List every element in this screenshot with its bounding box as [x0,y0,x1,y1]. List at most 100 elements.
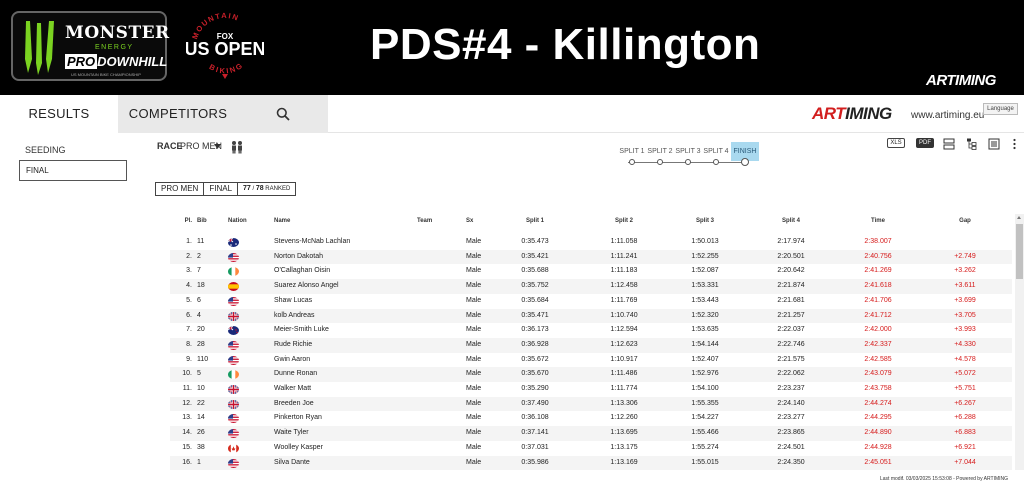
cell-split1: 0:35.670 [521,370,549,378]
cell-time: 2:44.274 [864,399,892,407]
tab-competitors[interactable]: COMPETITORS [118,95,238,133]
flag-esp-icon [228,282,239,292]
table-row[interactable]: 3. 7 O'Callaghan Oisin Male 0:35.688 1:11.183… [170,264,1012,279]
search-icon[interactable] [276,107,290,121]
more-options-icon[interactable] [1012,138,1017,150]
col-header-pl[interactable]: Pl. [170,218,192,224]
cell-split2: 1:12.623 [610,340,638,348]
col-header-team[interactable]: Team [417,218,432,224]
result-summary-badges: PRO MEN FINAL 77 / 78 RANKED [155,182,297,196]
flag-irl-icon [228,370,239,380]
cell-time: 2:41.618 [864,282,892,290]
col-header-name[interactable]: Name [274,218,290,224]
chevron-down-icon[interactable] [214,144,221,149]
cell-split3: 1:55.466 [691,429,719,437]
monster-brand-text: MONSTER [65,23,170,43]
cell-time: 2:40.756 [864,252,892,260]
cell-sex: Male [466,311,482,319]
split-1-dot[interactable] [629,159,635,165]
table-row[interactable]: 15. 38 Woolley Kasper Male 0:37.031 1:13.175 1… [170,441,1012,456]
split-2-dot[interactable] [657,159,663,165]
cell-split2: 1:12.260 [610,414,638,422]
table-row[interactable]: 13. 14 Pinkerton Ryan Male 0:36.108 1:12.260 1… [170,411,1012,426]
flag-aus-icon [228,238,239,247]
artiming-logo[interactable]: ARTIMING [812,104,892,124]
split-4-dot[interactable] [713,159,719,165]
flag-irl-icon [228,267,239,277]
cell-bib: 110 [197,355,209,363]
table-row[interactable]: 5. 6 Shaw Lucas Male 0:35.684 1:11.769 1:53.44… [170,294,1012,309]
website-link[interactable]: www.artiming.eu [911,110,984,121]
table-row[interactable]: 4. 18 Suarez Alonso Angel Male 0:35.752 1:12.… [170,279,1012,294]
export-pdf-button[interactable]: PDF [916,138,934,148]
cell-split2: 1:10.740 [610,311,638,319]
cell-sex: Male [466,296,482,304]
export-xls-button[interactable]: XLS [887,138,905,148]
scroll-up-arrow[interactable] [1017,216,1021,219]
cell-sex: Male [466,282,482,290]
cell-split2: 1:13.695 [610,429,638,437]
artiming-banner-logo: ARTIMING [926,72,996,89]
cell-sex: Male [466,267,482,275]
col-header-sx[interactable]: Sx [466,218,473,224]
table-row[interactable]: 9. 110 Gwin Aaron Male 0:35.672 1:10.917 1:52.… [170,353,1012,368]
col-header-split1[interactable]: Split 1 [518,218,552,224]
cell-split4: 2:17.974 [777,238,805,245]
flag-usa-icon [228,429,239,439]
col-header-gap[interactable]: Gap [950,218,980,224]
cell-gap: +3.705 [954,311,976,319]
cell-split3: 1:55.274 [691,443,719,451]
cell-split4: 2:24.140 [777,399,805,407]
sidebar-item-seeding[interactable]: SEEDING [25,145,66,155]
tab-results[interactable]: RESULTS [0,95,118,133]
cell-split3: 1:52.407 [691,355,719,363]
cell-place: 6. [186,311,192,319]
layout-icon[interactable] [943,138,955,150]
table-row[interactable]: 2. 2 Norton Dakotah Male 0:35.421 1:11.241 1:5… [170,249,1012,265]
col-header-bib[interactable]: Bib [197,218,207,224]
cell-split4: 2:23.277 [777,414,805,422]
flag-usa-icon [228,340,239,350]
table-row[interactable]: 16. 1 Silva Dante Male 0:35.986 1:13.169 1:55.… [170,455,1012,471]
cell-bib: 20 [197,326,205,334]
col-header-split2[interactable]: Split 2 [607,218,641,224]
cell-split4: 2:21.681 [777,296,805,304]
cell-gap: +7.044 [954,458,976,466]
cell-place: 3. [186,267,192,275]
cell-sex: Male [466,370,482,378]
scrollbar-thumb[interactable] [1016,224,1023,279]
table-row[interactable]: 8. 28 Rude Richie Male 0:36.928 1:12.623 1:54.… [170,337,1012,353]
cell-gap: +6.921 [954,443,976,451]
table-row[interactable]: 1. 11 Stevens-McNab Lachlan Male 0:35.473 1:1… [170,235,1012,250]
col-header-split3[interactable]: Split 3 [688,218,722,224]
list-view-icon[interactable] [988,138,1000,150]
col-header-nation[interactable]: Nation [228,218,247,224]
table-row[interactable]: 7. 20 Meier-Smith Luke Male 0:36.173 1:12.594… [170,323,1012,338]
cell-split3: 1:52.320 [691,311,719,319]
table-row[interactable]: 6. 4 kolb Andreas Male 0:35.471 1:10.740 1:52.… [170,308,1012,324]
cell-bib: 11 [197,238,205,245]
cell-split4: 2:23.237 [777,385,805,392]
cell-split4: 2:24.350 [777,458,805,466]
cell-split4: 2:21.257 [777,311,805,319]
cell-sex: Male [466,414,482,422]
cell-place: 8. [186,340,192,348]
people-icon[interactable] [230,140,244,154]
col-header-split4[interactable]: Split 4 [774,218,808,224]
cell-time: 2:41.712 [864,311,892,319]
finish-dot[interactable] [741,158,749,166]
table-row[interactable]: 11. 10 Walker Matt Male 0:35.290 1:11.774 1:54… [170,382,1012,397]
sidebar-item-final[interactable]: FINAL [19,160,127,181]
cell-split4: 2:22.746 [777,340,805,348]
cell-split1: 0:36.928 [521,340,549,348]
cell-split2: 1:11.486 [610,370,638,378]
vertical-scrollbar[interactable] [1015,214,1024,470]
cell-split1: 0:36.173 [521,326,549,334]
split-3-dot[interactable] [685,159,691,165]
table-row[interactable]: 12. 22 Breeden Joe Male 0:37.490 1:13.306 1:55… [170,396,1012,412]
col-header-time[interactable]: Time [860,218,896,224]
table-row[interactable]: 14. 26 Waite Tyler Male 0:37.141 1:13.695 1:55… [170,426,1012,441]
language-button[interactable]: Language [983,103,1018,115]
hierarchy-icon[interactable] [966,138,978,150]
table-row[interactable]: 10. 5 Dunne Ronan Male 0:35.670 1:11.486 1:52.… [170,367,1012,382]
